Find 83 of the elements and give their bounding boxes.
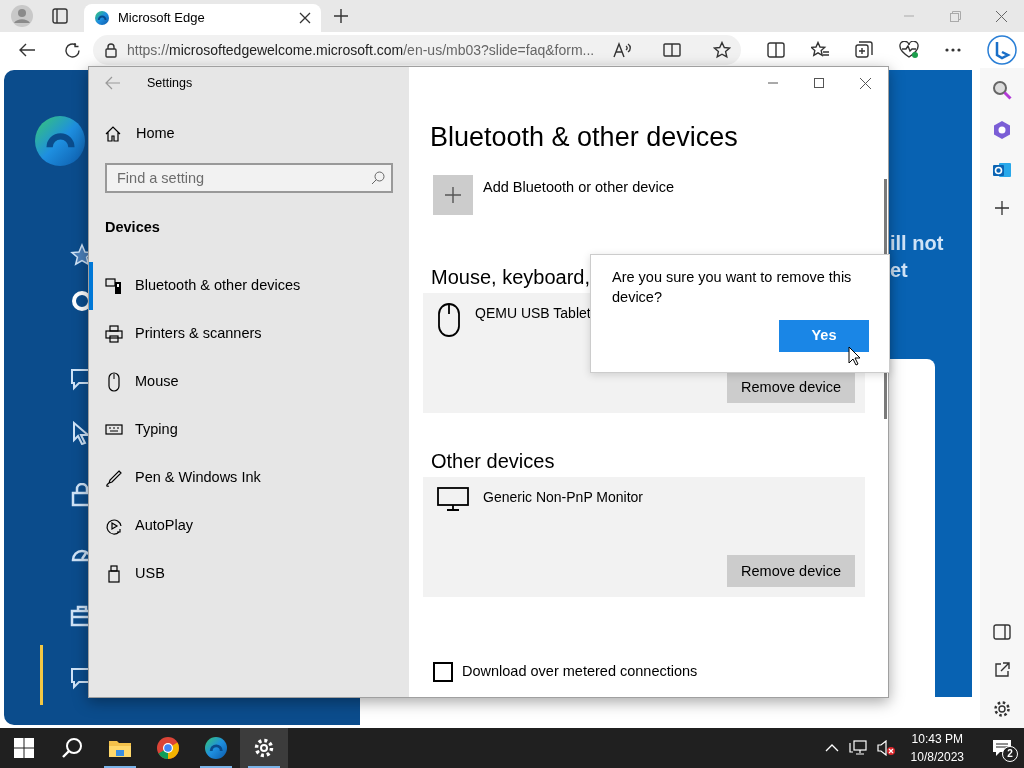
device-card[interactable]: Generic Non-PnP Monitor Remove device xyxy=(423,477,865,598)
search-icon xyxy=(371,170,385,185)
restore-icon xyxy=(949,10,961,22)
clock-date[interactable]: 10/8/2023 xyxy=(910,748,964,766)
yes-button[interactable]: Yes xyxy=(779,320,869,352)
mouse-icon xyxy=(105,371,123,392)
nav-item[interactable]: AutoPlay xyxy=(89,501,409,550)
close-icon xyxy=(859,77,871,89)
remove-device-button[interactable]: Remove device xyxy=(727,555,855,588)
plus-icon xyxy=(444,186,462,205)
collections-icon[interactable] xyxy=(855,41,873,59)
window-title: Settings xyxy=(147,74,193,92)
back-icon[interactable] xyxy=(18,42,36,58)
mouse-pointer-icon xyxy=(848,346,861,366)
nav-item[interactable]: Pen & Windows Ink xyxy=(89,453,409,502)
nav-item[interactable]: Mouse xyxy=(89,357,409,406)
device-name: Generic Non-PnP Monitor xyxy=(483,488,644,508)
more-icon[interactable] xyxy=(945,48,961,52)
mouse-icon xyxy=(437,303,461,338)
home-icon xyxy=(105,125,121,142)
monitor-icon xyxy=(437,487,469,512)
tab-title: Microsoft Edge xyxy=(118,9,206,28)
remove-device-button[interactable]: Remove device xyxy=(727,371,855,404)
nav-item[interactable]: Printers & scanners xyxy=(89,309,409,358)
heart-pulse-icon[interactable] xyxy=(899,41,919,59)
highlight-bar xyxy=(40,645,43,705)
chat-bubble-icon[interactable] xyxy=(987,35,1017,65)
checkbox[interactable] xyxy=(433,662,453,683)
profile-icon[interactable] xyxy=(10,4,34,28)
mail-app-icon[interactable] xyxy=(992,160,1012,180)
search-icon[interactable] xyxy=(61,737,83,759)
open-external-icon[interactable] xyxy=(994,662,1010,678)
notification-badge: 2 xyxy=(1002,746,1018,762)
taskbar-app[interactable] xyxy=(240,728,288,768)
star-icon[interactable] xyxy=(713,41,731,59)
volume-muted-icon[interactable] xyxy=(876,740,895,756)
split-screen-icon[interactable] xyxy=(767,42,785,58)
nav-item[interactable]: USB xyxy=(89,549,409,598)
pen-icon xyxy=(105,468,123,487)
swirl-logo xyxy=(34,115,86,167)
close-icon xyxy=(995,10,1007,22)
nav-item[interactable]: Bluetooth & other devices xyxy=(89,261,409,310)
close-icon[interactable] xyxy=(299,12,311,24)
network-icon[interactable] xyxy=(848,740,867,756)
add-icon[interactable] xyxy=(994,200,1010,216)
url-text: https://microsoftedgewelcome.microsoft.com/en-us/mb03?slide=faq&form... xyxy=(127,40,596,60)
folder-icon[interactable] xyxy=(108,738,132,758)
dialog-message: Are you sure you want to remove this device? xyxy=(612,268,853,307)
windows-icon xyxy=(14,738,34,758)
browser-tab[interactable]: Microsoft Edge xyxy=(84,4,321,32)
device-icon xyxy=(105,276,123,295)
lock-icon xyxy=(105,42,117,58)
new-tab-icon[interactable] xyxy=(333,8,349,24)
tab-favicon xyxy=(94,10,110,26)
read-aloud-icon[interactable] xyxy=(613,42,631,58)
clock-time[interactable]: 10:43 PM xyxy=(911,730,963,748)
nav-item[interactable]: Typing xyxy=(89,405,409,454)
headline-text: et xyxy=(890,258,908,283)
device-name: QEMU USB Tablet xyxy=(475,304,591,324)
usb-drive-icon xyxy=(105,564,123,583)
chrome-icon[interactable] xyxy=(156,736,180,760)
add-device-button[interactable]: Add Bluetooth or other device xyxy=(433,175,675,216)
autoplay-icon xyxy=(105,516,123,535)
chevron-up-icon[interactable] xyxy=(824,744,839,752)
search-field[interactable]: Find a setting xyxy=(105,162,393,193)
hexagon-icon[interactable] xyxy=(992,120,1012,140)
headline-text: ill not xyxy=(890,231,944,256)
section-heading: Devices xyxy=(105,217,161,237)
tab-actions-icon[interactable] xyxy=(52,8,68,24)
edge-browser-icon[interactable] xyxy=(204,736,228,760)
home-link[interactable]: Home xyxy=(105,123,175,145)
maximize-icon xyxy=(814,78,824,88)
favorites-icon[interactable] xyxy=(811,41,829,59)
reader-icon[interactable] xyxy=(663,42,681,58)
group-heading: Other devices xyxy=(431,449,555,474)
refresh-icon[interactable] xyxy=(64,41,81,59)
settings-icon[interactable] xyxy=(993,700,1011,718)
checkbox-label: Download over metered connections xyxy=(462,662,698,682)
address-bar[interactable]: https://microsoftedgewelcome.microsoft.com/en-us/mb03?slide=faq&form... xyxy=(93,35,741,65)
sidebar-icon[interactable] xyxy=(993,624,1011,640)
group-heading: Mouse, keyboard, xyxy=(431,265,590,290)
printer-icon xyxy=(105,324,123,343)
page-heading: Bluetooth & other devices xyxy=(430,121,738,154)
